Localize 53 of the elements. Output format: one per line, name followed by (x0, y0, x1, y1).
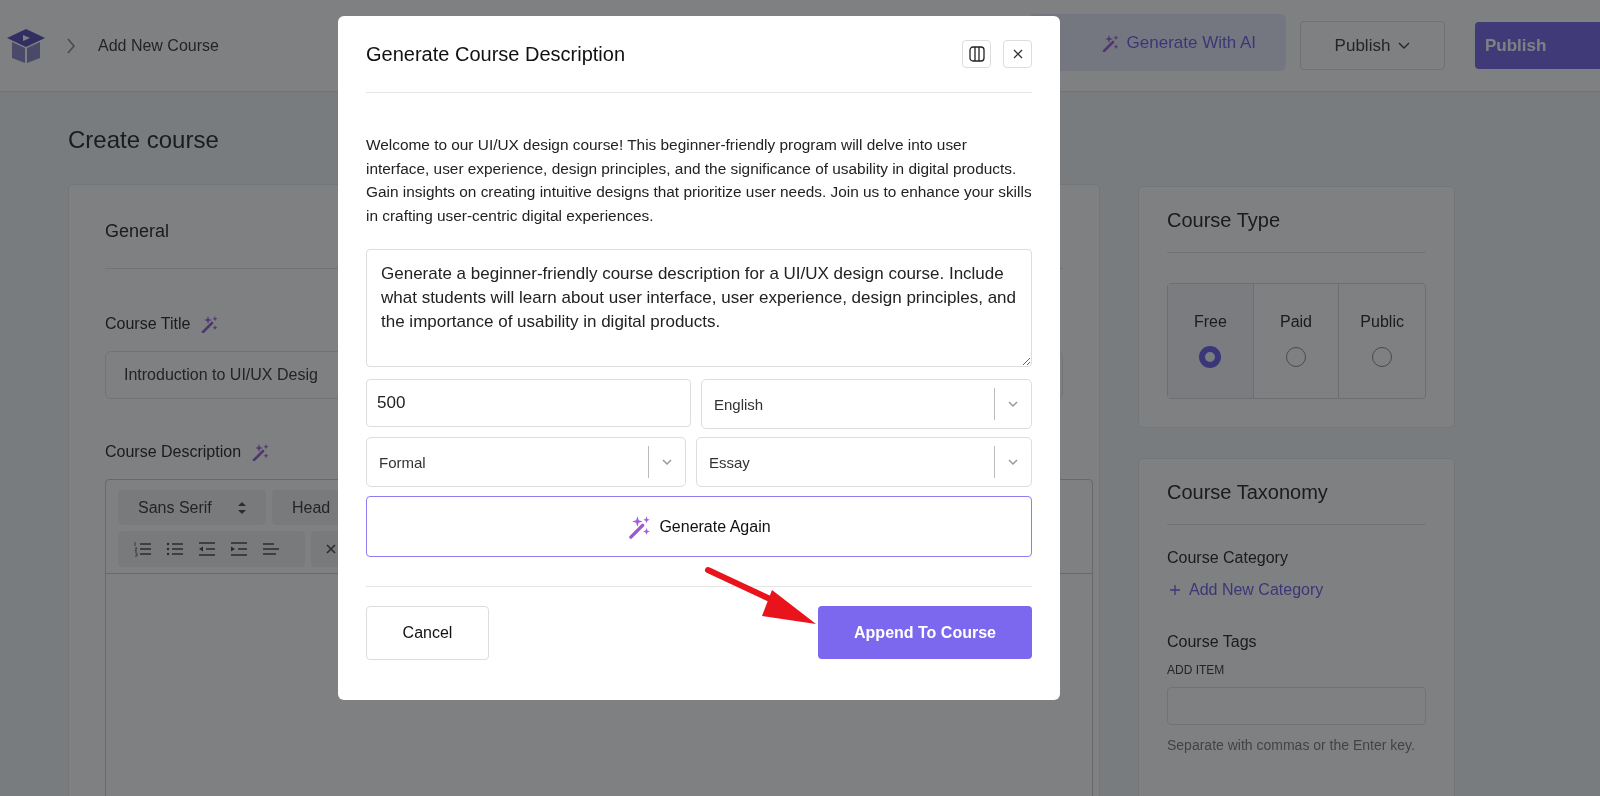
publish-dropdown[interactable]: Publish (1300, 21, 1445, 70)
page-title: Create course (68, 126, 219, 154)
chevron-right-icon (66, 37, 76, 54)
clear-format-icon (326, 544, 336, 554)
radio-icon (1370, 345, 1395, 369)
close-button[interactable] (1003, 40, 1032, 68)
field-label: Course Title (105, 315, 191, 333)
radio-selected-icon (1198, 345, 1223, 369)
bullet-list-icon (166, 541, 184, 557)
append-to-course-button[interactable]: Append To Course (818, 606, 1032, 659)
columns-icon (968, 46, 985, 62)
card-title: General (105, 221, 170, 242)
outdent-icon (198, 541, 216, 557)
magic-wand-icon (627, 514, 652, 539)
chevron-down-icon (1398, 41, 1411, 50)
generate-again-button[interactable]: Generate Again (366, 496, 1032, 557)
breadcrumb-text: Add New Course (98, 36, 219, 55)
magic-wand-icon (200, 315, 219, 333)
align-left-icon (262, 541, 280, 557)
publish-button[interactable]: Publish (1475, 22, 1600, 69)
cancel-button[interactable]: Cancel (366, 606, 489, 660)
field-label: Course Tags (1167, 633, 1258, 651)
generated-description: Welcome to our UI/UX design course! This beginner-friendly program will delve into user interface, user experience, design principles, and the significance of usability in digital products. Gain insights on creating intuitive designs that prioritize user needs. Join us to enhance your skills in crafting user-centric digital experiences. (366, 135, 1032, 226)
font-select[interactable]: Sans Serif (118, 490, 266, 525)
split-view-button[interactable] (962, 40, 991, 68)
hint-text: Separate with commas or the Enter key. (1167, 737, 1416, 753)
sort-arrows-icon (238, 501, 246, 514)
field-label: ADD ITEM (1167, 663, 1226, 677)
magic-wand-icon (1100, 33, 1119, 52)
field-label: Course Category (1167, 549, 1289, 567)
magic-wand-icon (251, 443, 270, 461)
card-title: Course Type (1167, 209, 1281, 232)
prompt-field[interactable]: Generate a beginner-friendly course description for a UI/UX design course. Include what students will learn about user interface, user experience, design principles, and the importance of usability in digital products. (366, 249, 1032, 367)
close-icon (1012, 49, 1023, 59)
add-category-link[interactable]: Add New Category (1167, 581, 1426, 599)
indent-icon (230, 541, 248, 557)
course-type-option[interactable]: Public (1339, 284, 1425, 398)
chevron-down-icon (661, 458, 673, 466)
field-label: Course Description (105, 443, 242, 461)
tone-select[interactable]: Formal (366, 437, 686, 487)
course-type-option[interactable]: Paid (1253, 284, 1340, 398)
dialog-title: Generate Course Description (366, 42, 626, 66)
plus-icon (1169, 584, 1181, 596)
chevron-down-icon (1007, 400, 1019, 408)
length-field[interactable]: 500 (366, 379, 691, 427)
chevron-down-icon (1007, 458, 1019, 466)
language-select[interactable]: English (701, 379, 1032, 429)
card-title: Course Taxonomy (1167, 481, 1328, 504)
radio-icon (1284, 345, 1308, 369)
format-select[interactable]: Essay (696, 437, 1032, 487)
graduation-cap-logo-icon (6, 27, 46, 64)
course-type-option[interactable]: Free (1168, 284, 1254, 398)
numbered-list-icon (134, 541, 152, 557)
